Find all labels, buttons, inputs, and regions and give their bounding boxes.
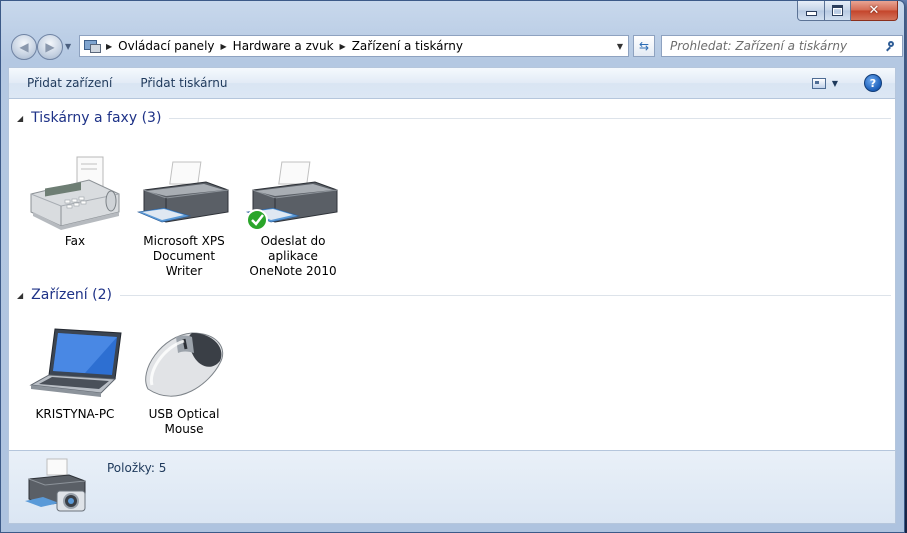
minimize-button[interactable]	[797, 1, 825, 21]
breadcrumb-chevron-icon[interactable]: ▶	[221, 42, 227, 51]
address-bar[interactable]: ▶ Ovládací panely ▶ Hardware a zvuk ▶ Za…	[79, 35, 629, 57]
maximize-button[interactable]	[825, 1, 851, 21]
add-device-button[interactable]: Přidat zařízení	[27, 76, 112, 90]
forward-button[interactable]: ▶	[37, 34, 63, 60]
device-item-mouse[interactable]: USB Optical Mouse	[134, 327, 234, 437]
breadcrumb-devices-printers[interactable]: Zařízení a tiskárny	[352, 39, 463, 53]
forward-arrow-icon: ▶	[45, 40, 55, 54]
group-divider	[169, 117, 891, 119]
back-arrow-icon: ◀	[19, 40, 29, 54]
group-header-printers[interactable]: ◢ Tiskárny a faxy (3)	[17, 110, 891, 126]
fax-icon	[25, 154, 125, 234]
device-label: KRISTYNA-PC	[35, 407, 115, 421]
help-icon[interactable]: ?	[864, 74, 882, 92]
change-view-icon[interactable]	[811, 77, 826, 89]
refresh-icon: ⇆	[638, 39, 650, 53]
close-button[interactable]: ✕	[851, 1, 898, 21]
device-item-computer[interactable]: KRISTYNA-PC	[25, 327, 125, 422]
device-label: Odeslat do aplikace OneNote 2010	[249, 234, 337, 278]
add-printer-button[interactable]: Přidat tiskárnu	[140, 76, 227, 90]
group-title: Tiskárny a faxy (3)	[31, 110, 162, 126]
devices-printers-large-icon	[23, 457, 93, 519]
minimize-icon	[805, 11, 817, 16]
devices-printers-icon	[84, 39, 101, 53]
recent-pages-dropdown[interactable]: ▼	[65, 42, 71, 51]
refresh-button[interactable]: ⇆	[633, 35, 655, 57]
collapse-triangle-icon[interactable]: ◢	[17, 291, 23, 300]
item-count: Položky: 5	[107, 461, 167, 475]
explorer-window: ✕ ◀ ▶ ▼ ▶ Ovládací panely ▶ Hardware a z…	[0, 0, 905, 533]
group-title: Zařízení (2)	[31, 287, 112, 303]
search-input[interactable]	[670, 39, 875, 53]
group-divider	[119, 294, 891, 296]
toolbar-right: ▼ ?	[811, 74, 895, 92]
printer-icon	[134, 154, 234, 234]
group-header-devices[interactable]: ◢ Zařízení (2)	[17, 287, 891, 303]
breadcrumb-chevron-icon[interactable]: ▶	[106, 42, 112, 51]
collapse-triangle-icon[interactable]: ◢	[17, 114, 23, 123]
mouse-icon	[134, 327, 234, 407]
back-button[interactable]: ◀	[11, 34, 37, 60]
device-label: Microsoft XPS Document Writer	[143, 234, 225, 278]
device-label: USB Optical Mouse	[148, 407, 220, 436]
breadcrumb-chevron-icon[interactable]: ▶	[340, 42, 346, 51]
search-box	[661, 35, 903, 57]
command-bar: Přidat zařízení Přidat tiskárnu ▼ ?	[8, 67, 896, 99]
address-dropdown-icon[interactable]: ▼	[612, 42, 628, 51]
close-icon: ✕	[868, 3, 880, 18]
device-item-fax[interactable]: Fax	[25, 154, 125, 249]
laptop-icon	[25, 327, 125, 407]
device-item-onenote[interactable]: Odeslat do aplikace OneNote 2010	[243, 154, 343, 279]
details-pane: Položky: 5	[8, 450, 896, 524]
printer-default-icon	[243, 154, 343, 234]
breadcrumb-control-panel[interactable]: Ovládací panely	[118, 39, 214, 53]
caption-buttons: ✕	[797, 1, 898, 21]
device-item-xps-writer[interactable]: Microsoft XPS Document Writer	[134, 154, 234, 279]
breadcrumb-hardware-sound[interactable]: Hardware a zvuk	[233, 39, 334, 53]
devices-content-pane: ◢ Tiskárny a faxy (3) Fax Microsoft XPS …	[8, 99, 896, 450]
view-options-dropdown-icon[interactable]: ▼	[832, 79, 838, 88]
navigation-row: ◀ ▶ ▼ ▶ Ovládací panely ▶ Hardware a zvu…	[9, 34, 903, 60]
device-label: Fax	[64, 234, 86, 248]
search-icon[interactable]	[886, 41, 896, 52]
maximize-icon	[832, 5, 843, 16]
